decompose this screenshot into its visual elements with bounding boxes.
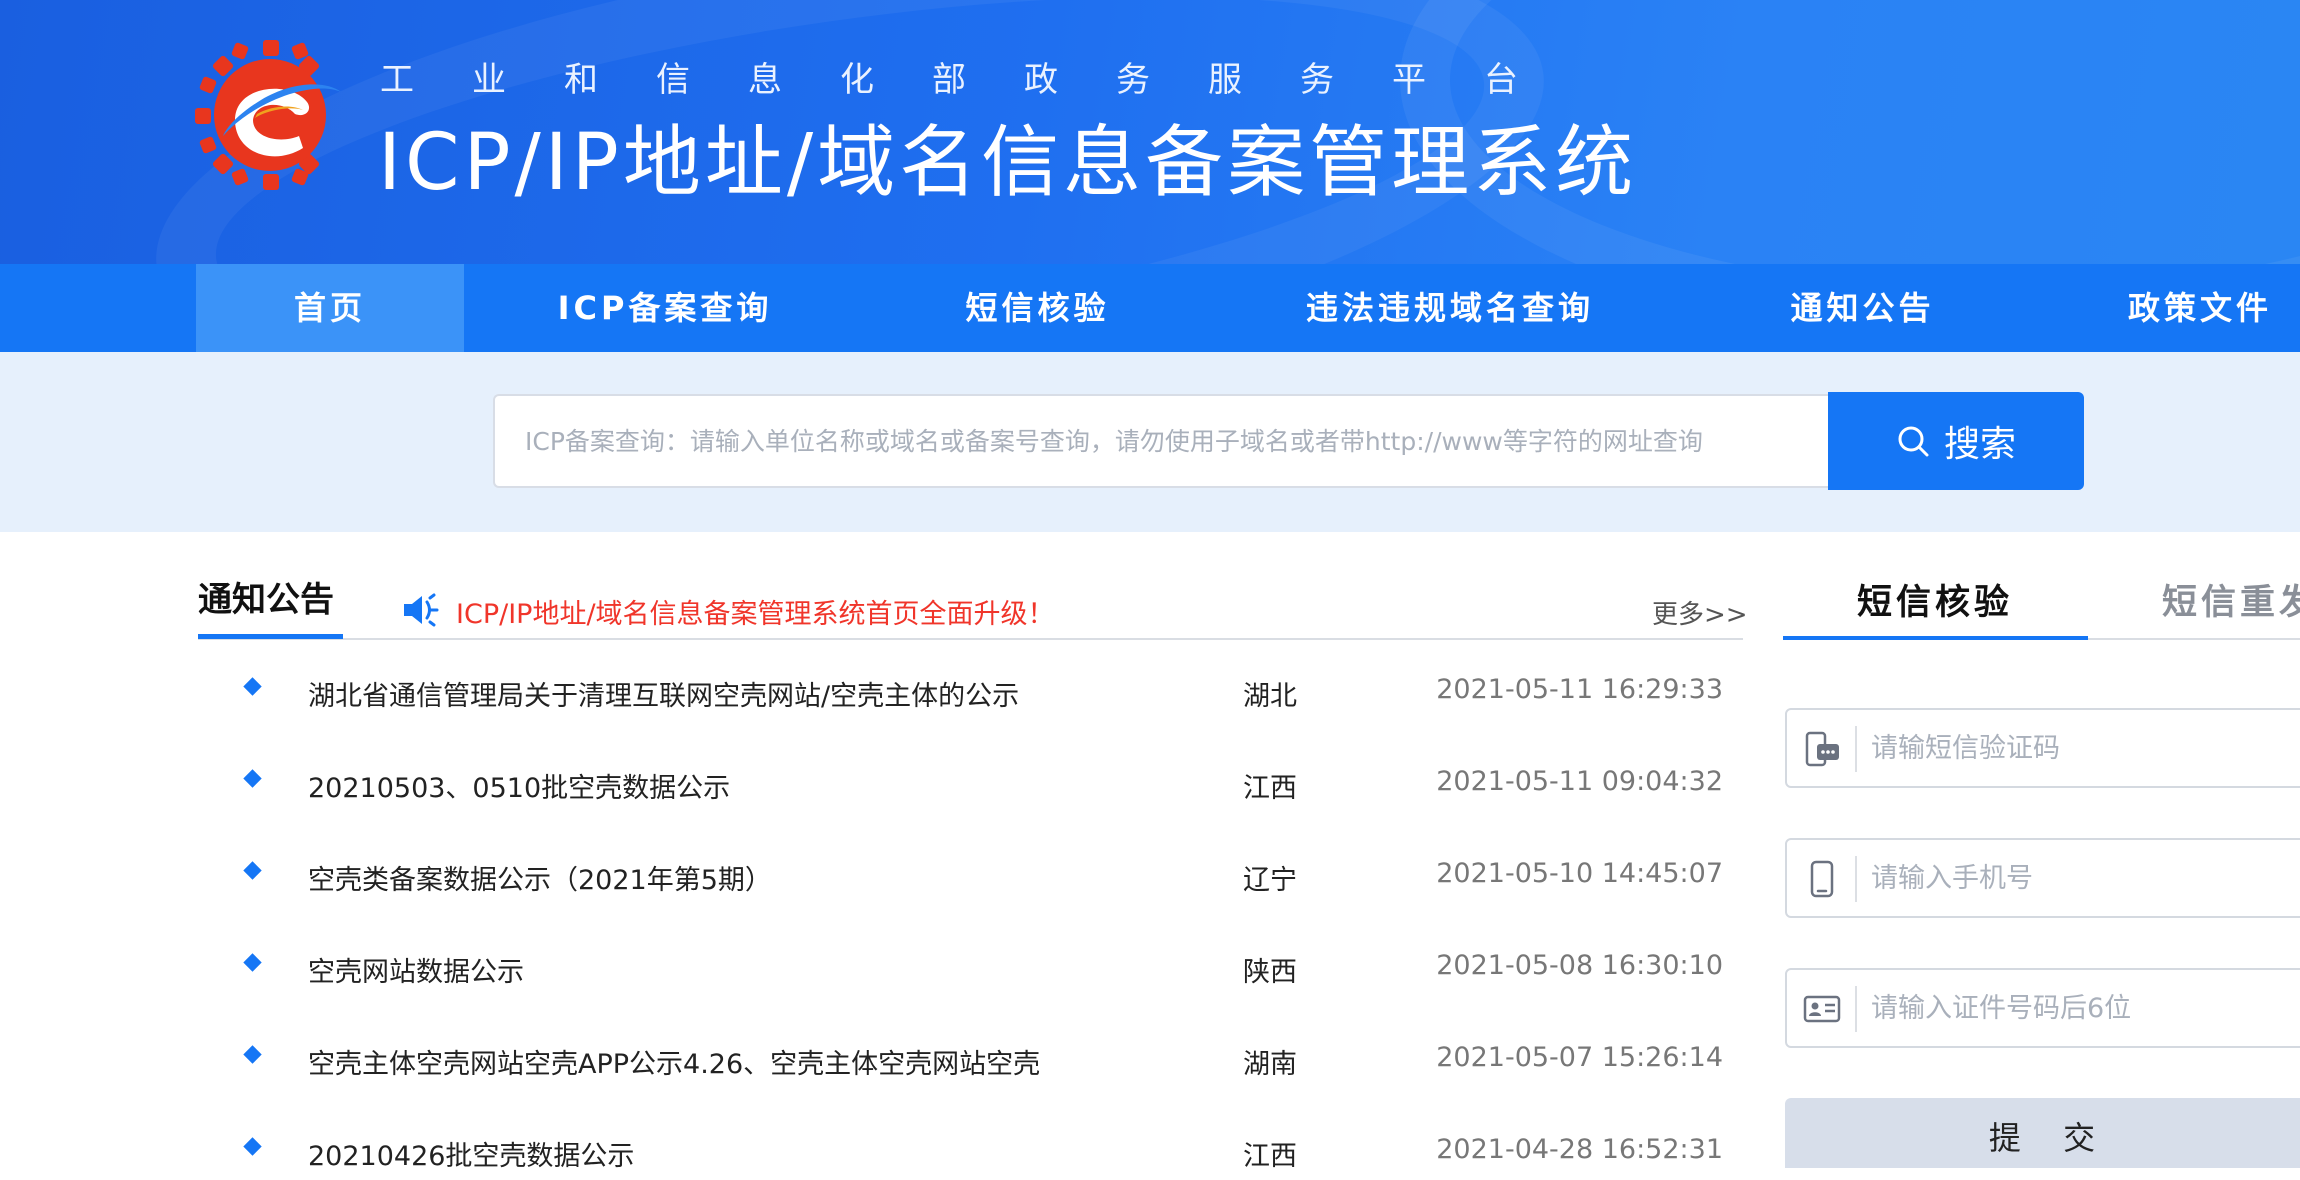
notice-divider bbox=[198, 638, 1743, 640]
field-separator bbox=[1855, 726, 1857, 772]
notice-region: 江西 bbox=[1243, 773, 1297, 804]
announcement-marquee[interactable]: ICP/IP地址/域名信息备案管理系统首页全面升级！ bbox=[456, 592, 1055, 631]
notice-time: 2021-04-28 16:52:31 bbox=[1436, 1134, 1723, 1165]
sms-code-input[interactable] bbox=[1869, 720, 2299, 776]
notice-region: 湖南 bbox=[1243, 1049, 1297, 1080]
icp-search-input[interactable] bbox=[493, 394, 1829, 488]
diamond-bullet-icon bbox=[243, 677, 262, 696]
submit-button[interactable]: 提 交 bbox=[1785, 1098, 2300, 1168]
notice-region: 江西 bbox=[1243, 1141, 1297, 1172]
phone-input[interactable] bbox=[1869, 850, 2299, 906]
diamond-bullet-icon bbox=[243, 769, 262, 788]
id-number-input[interactable] bbox=[1869, 980, 2299, 1036]
field-separator bbox=[1855, 856, 1857, 902]
sms-tab-underline bbox=[1783, 636, 2088, 640]
diamond-bullet-icon bbox=[243, 953, 262, 972]
speaker-icon bbox=[404, 593, 439, 627]
search-band: 搜索 bbox=[0, 352, 2300, 532]
site-header: 工业和信息化部政务服务平台 ICP/IP地址/域名信息备案管理系统 bbox=[0, 0, 2300, 264]
site-title: ICP/IP地址/域名信息备案管理系统 bbox=[378, 118, 1638, 208]
notice-time: 2021-05-07 15:26:14 bbox=[1436, 1042, 1723, 1073]
list-item[interactable]: 20210503、0510批空壳数据公示 江西 2021-05-11 09:04… bbox=[198, 752, 1743, 812]
list-item[interactable]: 湖北省通信管理局关于清理互联网空壳网站/空壳主体的公示 湖北 2021-05-1… bbox=[198, 660, 1743, 720]
diamond-bullet-icon bbox=[243, 1045, 262, 1064]
notice-time: 2021-05-11 09:04:32 bbox=[1436, 766, 1723, 797]
notice-tab-underline bbox=[198, 634, 343, 639]
main-nav: 首页 ICP备案查询 短信核验 违法违规域名查询 通知公告 政策文件 bbox=[0, 264, 2300, 352]
nav-item-illegal-domain-query[interactable]: 违法违规域名查询 bbox=[1270, 264, 1630, 352]
list-item[interactable]: 空壳类备案数据公示（2021年第5期） 辽宁 2021-05-10 14:45:… bbox=[198, 844, 1743, 904]
notice-title[interactable]: 20210426批空壳数据公示 bbox=[308, 1134, 634, 1173]
search-icon bbox=[1898, 426, 1929, 457]
nav-item-sms-verify[interactable]: 短信核验 bbox=[900, 264, 1175, 352]
sms-phone-icon bbox=[1805, 731, 1839, 767]
more-notices-link[interactable]: 更多>> bbox=[1652, 594, 1748, 631]
sms-code-field[interactable] bbox=[1785, 708, 2300, 788]
notice-time: 2021-05-10 14:45:07 bbox=[1436, 858, 1723, 889]
notice-time: 2021-05-08 16:30:10 bbox=[1436, 950, 1723, 981]
notice-title[interactable]: 空壳类备案数据公示（2021年第5期） bbox=[308, 858, 772, 897]
diamond-bullet-icon bbox=[243, 1137, 262, 1156]
site-subtitle: 工业和信息化部政务服务平台 bbox=[380, 60, 1576, 100]
notice-title[interactable]: 空壳主体空壳网站空壳APP公示4.26、空壳主体空壳网站空壳 bbox=[308, 1042, 1040, 1081]
notice-region: 陕西 bbox=[1243, 957, 1297, 988]
list-item[interactable]: 空壳网站数据公示 陕西 2021-05-08 16:30:10 bbox=[198, 936, 1743, 996]
nav-item-policy-files[interactable]: 政策文件 bbox=[2080, 264, 2300, 352]
nav-item-icp-query[interactable]: ICP备案查询 bbox=[530, 264, 800, 352]
notice-time: 2021-05-11 16:29:33 bbox=[1436, 674, 1723, 705]
id-number-field[interactable] bbox=[1785, 968, 2300, 1048]
search-button-label: 搜索 bbox=[1943, 424, 2016, 465]
list-item[interactable]: 空壳主体空壳网站空壳APP公示4.26、空壳主体空壳网站空壳 湖南 2021-0… bbox=[198, 1028, 1743, 1088]
field-separator bbox=[1855, 986, 1857, 1032]
nav-item-home[interactable]: 首页 bbox=[196, 264, 464, 352]
notice-region: 辽宁 bbox=[1243, 865, 1297, 896]
mobile-phone-icon bbox=[1810, 860, 1834, 898]
id-card-icon bbox=[1803, 995, 1841, 1023]
phone-field[interactable] bbox=[1785, 838, 2300, 918]
ministry-logo-icon[interactable] bbox=[195, 40, 345, 190]
tab-sms-resend[interactable]: 短信重发 bbox=[2162, 574, 2300, 625]
notice-title[interactable]: 20210503、0510批空壳数据公示 bbox=[308, 766, 730, 805]
notice-region: 湖北 bbox=[1243, 681, 1297, 712]
diamond-bullet-icon bbox=[243, 861, 262, 880]
tab-sms-verify[interactable]: 短信核验 bbox=[1857, 574, 2013, 625]
notice-tab[interactable]: 通知公告 bbox=[198, 572, 334, 621]
search-button[interactable]: 搜索 bbox=[1828, 392, 2084, 490]
notice-title[interactable]: 湖北省通信管理局关于清理互联网空壳网站/空壳主体的公示 bbox=[308, 674, 1019, 713]
nav-item-notices[interactable]: 通知公告 bbox=[1730, 264, 1995, 352]
notice-title[interactable]: 空壳网站数据公示 bbox=[308, 950, 524, 989]
list-item[interactable]: 20210426批空壳数据公示 江西 2021-04-28 16:52:31 bbox=[198, 1120, 1743, 1180]
